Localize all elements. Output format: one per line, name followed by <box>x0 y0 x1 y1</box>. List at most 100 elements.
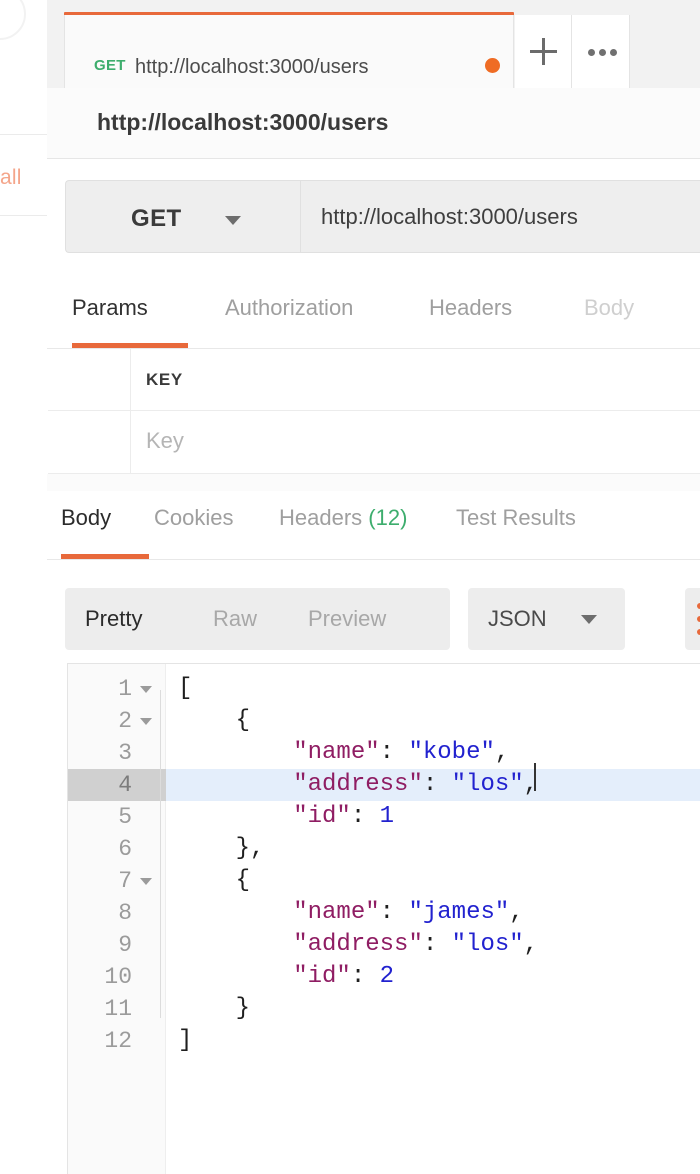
code-token-num: 1 <box>379 803 395 830</box>
tab-headers[interactable]: Headers <box>429 295 512 321</box>
code-line-text: "name": "kobe", <box>178 739 509 766</box>
response-tab-body[interactable]: Body <box>61 505 111 531</box>
code-token-punct: : <box>422 771 452 798</box>
unsaved-dot-icon[interactable] <box>485 58 500 73</box>
url-input[interactable]: http://localhost:3000/users <box>300 180 700 253</box>
code-line-text: } <box>178 995 250 1022</box>
code-token-str: "los" <box>451 771 524 798</box>
request-tab-bar: GET http://localhost:3000/users <box>47 0 700 89</box>
code-token-punct: , <box>509 899 524 926</box>
line-number: 2 <box>118 708 132 734</box>
line-number: 4 <box>118 772 132 798</box>
line-number: 3 <box>118 740 132 766</box>
code-token-punct: }, <box>178 835 265 862</box>
new-tab-button[interactable] <box>515 15 572 88</box>
response-view-toolbar: Pretty Raw Preview JSON <box>47 560 700 660</box>
code-token-key: "address" <box>178 931 423 958</box>
request-tab-active[interactable]: GET http://localhost:3000/users <box>64 12 514 88</box>
format-preview-button[interactable]: Preview <box>308 606 386 632</box>
ellipsis-icon <box>599 49 606 56</box>
code-token-punct: : <box>379 899 409 926</box>
code-line-text: "name": "james", <box>178 899 524 926</box>
params-row-key-cell[interactable]: Key <box>131 411 700 474</box>
code-token-punct: [ <box>178 675 193 702</box>
format-raw-button[interactable]: Raw <box>213 606 257 632</box>
code-line[interactable]: 4 "address": "los", <box>68 769 700 801</box>
chevron-down-icon <box>581 615 597 624</box>
code-line[interactable]: 10 "id": 2 <box>68 961 700 993</box>
params-table-spacer <box>47 474 700 491</box>
fold-toggle-icon[interactable] <box>140 718 152 725</box>
ellipsis-icon <box>588 49 595 56</box>
line-number: 1 <box>118 676 132 702</box>
word-wrap-toggle[interactable] <box>685 588 700 650</box>
tab-method-badge: GET <box>94 57 126 74</box>
sidebar-divider <box>0 134 47 135</box>
url-bar-row: GET http://localhost:3000/users <box>47 159 700 275</box>
line-number: 7 <box>118 868 132 894</box>
code-line-text: "id": 1 <box>178 803 394 830</box>
line-number: 6 <box>118 836 132 862</box>
fold-toggle-icon[interactable] <box>140 878 152 885</box>
code-line[interactable]: 9 "address": "los", <box>68 929 700 961</box>
tab-authorization[interactable]: Authorization <box>225 295 353 321</box>
request-title-bar: http://localhost:3000/users <box>47 88 700 159</box>
clear-all-link[interactable]: all <box>0 166 22 190</box>
request-section-tabs: Params Authorization Headers Body <box>47 275 700 349</box>
code-lines: 1[2 {3 "name": "kobe", 4 "address": "los"… <box>68 664 700 1174</box>
response-tab-headers[interactable]: Headers (12) <box>279 505 407 531</box>
code-token-punct: : <box>379 739 409 766</box>
indent-guide <box>160 690 161 1018</box>
code-line[interactable]: 2 { <box>68 705 700 737</box>
code-token-punct: { <box>178 867 251 894</box>
params-row-checkbox-cell[interactable] <box>48 411 131 474</box>
code-token-key: "id" <box>178 963 351 990</box>
code-token-str: "kobe" <box>408 739 495 766</box>
text-caret <box>534 763 536 791</box>
response-section-tabs: Body Cookies Headers (12) Test Results <box>47 491 700 560</box>
code-line-text: [ <box>178 675 192 702</box>
code-token-punct: , <box>494 739 510 766</box>
code-token-punct: : <box>350 963 380 990</box>
code-token-key: "id" <box>178 803 351 830</box>
code-line-text: { <box>178 707 250 734</box>
line-number: 11 <box>104 996 132 1022</box>
response-body-editor[interactable]: 1[2 {3 "name": "kobe", 4 "address": "los"… <box>67 663 700 1174</box>
code-token-punct: , <box>523 931 539 958</box>
code-token-punct: : <box>350 803 380 830</box>
code-line[interactable]: 3 "name": "kobe", <box>68 737 700 769</box>
code-token-str: "james" <box>408 899 510 926</box>
code-line[interactable]: 6 }, <box>68 833 700 865</box>
tab-body[interactable]: Body <box>584 295 634 321</box>
page-title: http://localhost:3000/users <box>97 109 389 135</box>
ellipsis-icon <box>610 49 617 56</box>
code-token-key: "name" <box>178 739 380 766</box>
response-format-group: Pretty Raw Preview <box>65 588 450 650</box>
tab-params[interactable]: Params <box>72 295 148 321</box>
code-token-punct: { <box>178 707 251 734</box>
code-line[interactable]: 8 "name": "james", <box>68 897 700 929</box>
code-line-text: ] <box>178 1027 192 1054</box>
active-tab-underline <box>72 343 188 348</box>
http-method-select[interactable]: GET <box>65 180 300 253</box>
circle-avatar-icon <box>0 0 26 40</box>
params-key-input[interactable]: Key <box>146 428 184 454</box>
response-language-select[interactable]: JSON <box>468 588 625 650</box>
response-tab-cookies[interactable]: Cookies <box>154 505 233 531</box>
code-token-punct: : <box>422 931 452 958</box>
response-tab-test-results[interactable]: Test Results <box>456 505 576 531</box>
tab-url-label: http://localhost:3000/users <box>135 56 369 78</box>
url-input-value: http://localhost:3000/users <box>321 204 578 229</box>
code-line[interactable]: 1[ <box>68 673 700 705</box>
fold-toggle-icon[interactable] <box>140 686 152 693</box>
sidebar-strip: all <box>0 0 48 1174</box>
code-line-text: }, <box>178 835 265 862</box>
code-token-str: "los" <box>451 931 524 958</box>
line-number: 5 <box>118 804 132 830</box>
code-line[interactable]: 5 "id": 1 <box>68 801 700 833</box>
code-line[interactable]: 12] <box>68 1025 700 1057</box>
code-line[interactable]: 7 { <box>68 865 700 897</box>
tab-options-button[interactable] <box>572 15 630 88</box>
format-pretty-button[interactable]: Pretty <box>85 606 142 632</box>
code-line[interactable]: 11 } <box>68 993 700 1025</box>
